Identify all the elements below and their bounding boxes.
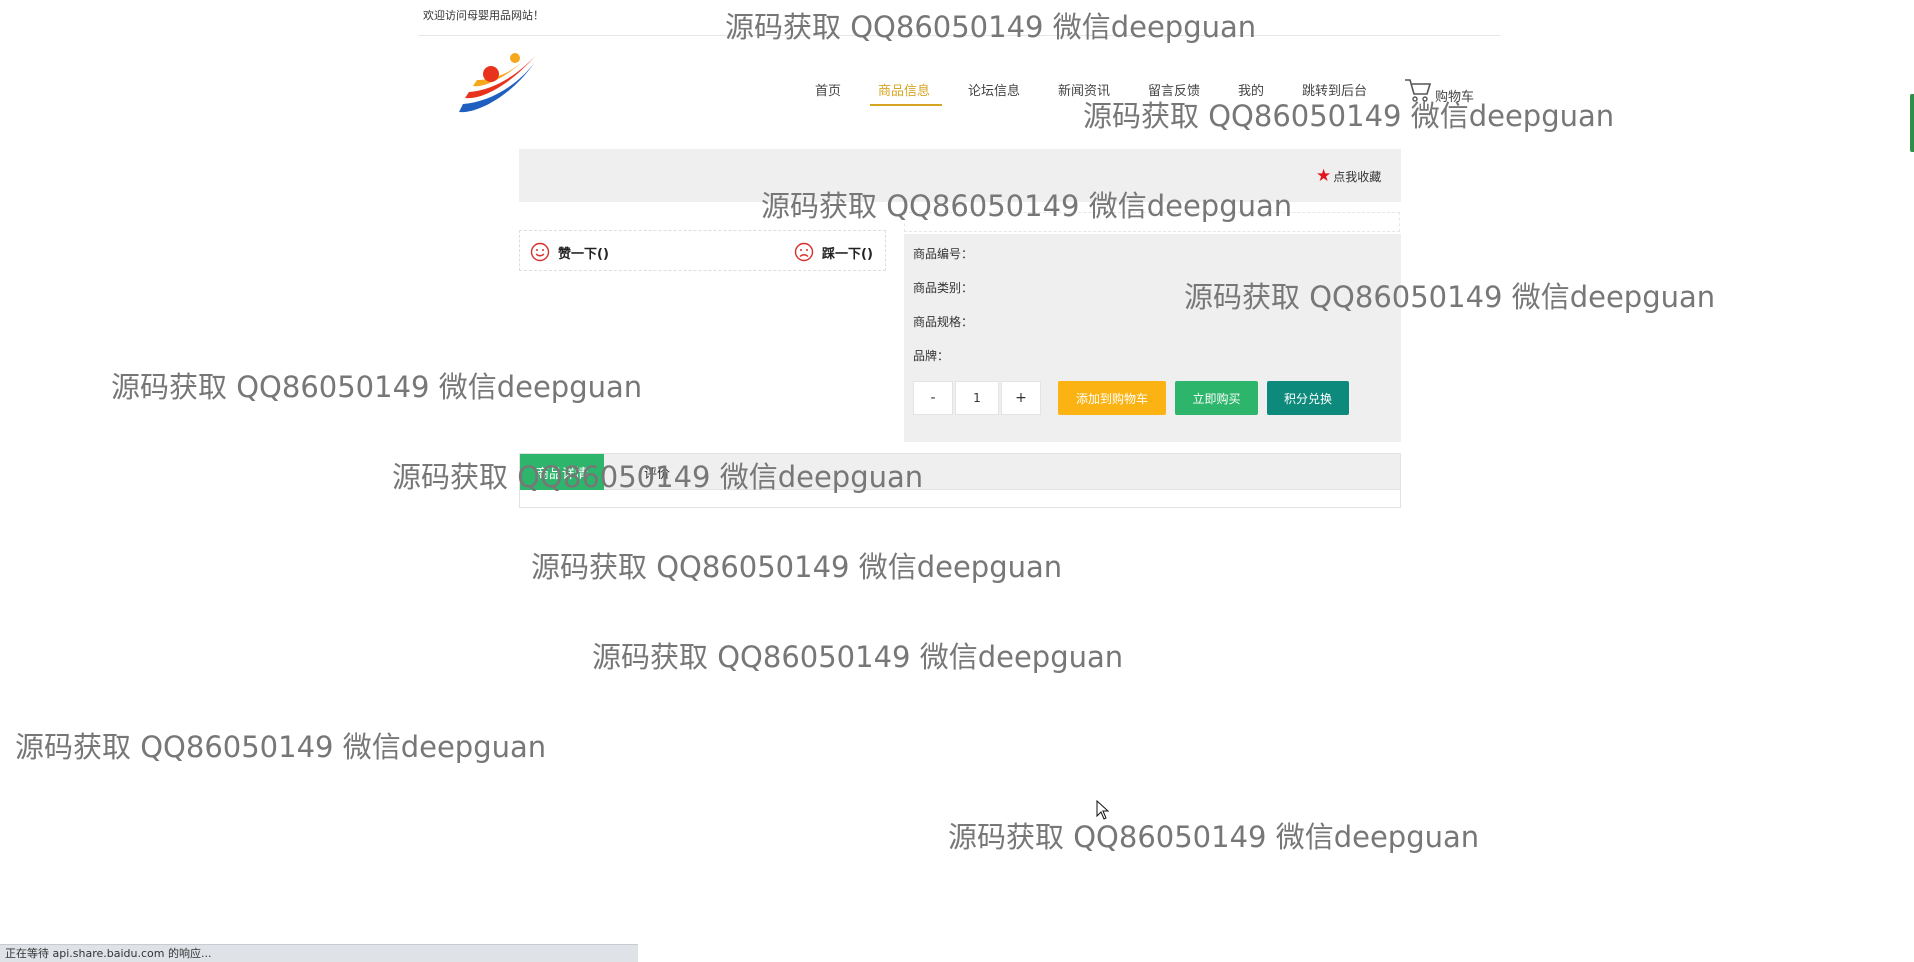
watermark-text: 源码获取 QQ86050149 微信deepguan [531, 550, 1063, 584]
add-to-cart-button[interactable]: 添加到购物车 [1058, 381, 1166, 415]
like-label: 赞一下() [558, 246, 609, 262]
field-brand: 品牌： [913, 349, 950, 363]
watermark-text: 源码获取 QQ86050149 微信deepguan [948, 820, 1480, 854]
mouse-pointer-icon [1096, 800, 1110, 820]
vote-box: 赞一下() 踩一下() [519, 230, 886, 271]
site-logo[interactable] [455, 50, 540, 118]
quantity-input[interactable]: 1 [955, 381, 999, 415]
nav-products[interactable]: 商品信息 [878, 80, 930, 99]
redeem-points-button[interactable]: 积分兑换 [1267, 381, 1349, 415]
favorite-label: 点我收藏 [1333, 170, 1382, 184]
quantity-plus-button[interactable]: + [1001, 381, 1041, 415]
nav-forum[interactable]: 论坛信息 [968, 80, 1020, 99]
welcome-text: 欢迎访问母婴用品网站！ [423, 9, 544, 22]
product-detail-panel: 商品编号： 商品类别： 商品规格： 品牌： - 1 + 添加到购物车 立即购买 … [904, 234, 1401, 442]
frown-icon [794, 242, 814, 262]
field-product-spec: 商品规格： [913, 315, 974, 329]
quantity-minus-button[interactable]: - [913, 381, 953, 415]
watermark-text: 源码获取 QQ86050149 微信deepguan [1184, 280, 1716, 314]
like-button[interactable]: 赞一下() [530, 242, 609, 262]
field-product-code: 商品编号： [913, 247, 974, 261]
watermark-text: 源码获取 QQ86050149 微信deepguan [15, 730, 547, 764]
quantity-stepper: - 1 + [913, 381, 1043, 415]
watermark-text: 源码获取 QQ86050149 微信deepguan [761, 189, 1293, 223]
nav-active-indicator [870, 104, 942, 106]
dislike-label: 踩一下() [822, 246, 873, 262]
favorite-button[interactable]: ★ 点我收藏 [1316, 168, 1381, 185]
field-product-category: 商品类别： [913, 281, 974, 295]
watermark-text: 源码获取 QQ86050149 微信deepguan [1083, 99, 1615, 133]
buy-now-button[interactable]: 立即购买 [1175, 381, 1258, 415]
watermark-text: 源码获取 QQ86050149 微信deepguan [392, 460, 924, 494]
dislike-button[interactable]: 踩一下() [794, 242, 873, 262]
smile-icon [530, 242, 550, 262]
side-scroll-tab[interactable] [1910, 94, 1914, 152]
watermark-text: 源码获取 QQ86050149 微信deepguan [725, 10, 1257, 44]
nav-home[interactable]: 首页 [815, 80, 841, 99]
star-icon: ★ [1316, 166, 1332, 186]
browser-status-bar: 正在等待 api.share.baidu.com 的响应... [0, 944, 638, 962]
watermark-text: 源码获取 QQ86050149 微信deepguan [592, 640, 1124, 674]
watermark-text: 源码获取 QQ86050149 微信deepguan [111, 370, 643, 404]
